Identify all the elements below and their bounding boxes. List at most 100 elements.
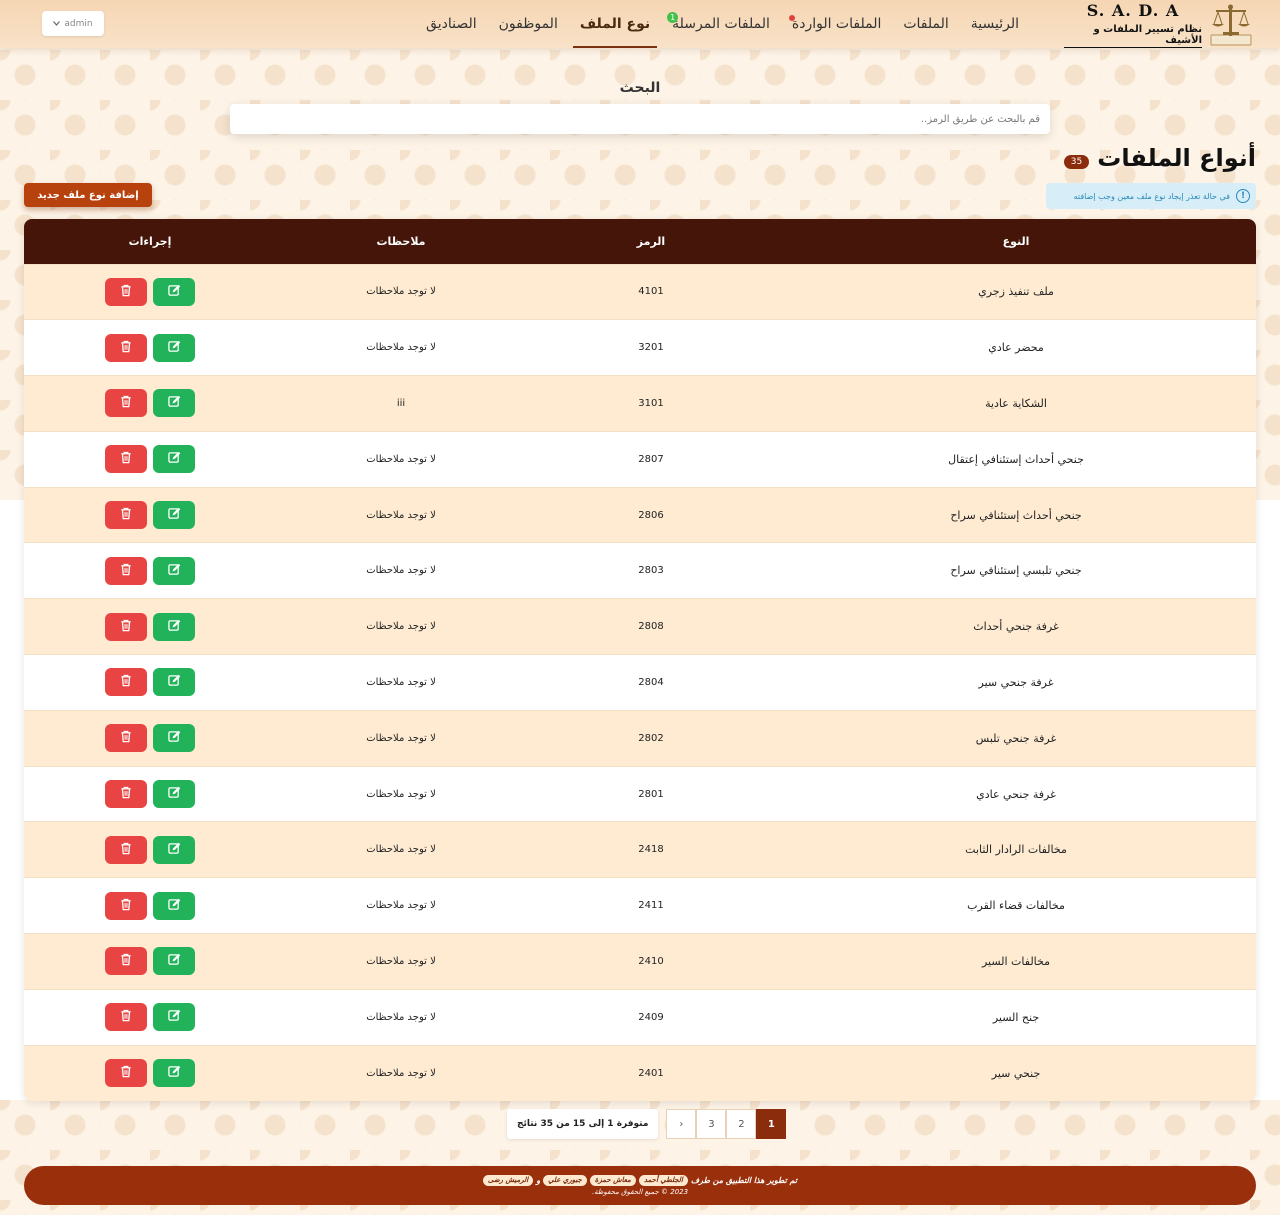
nav-employees[interactable]: الموظفون: [488, 0, 569, 48]
cell-notes: لا توجد ملاحظات: [276, 654, 526, 711]
cell-type: جنحي أحداث إستئنافي إعتقال: [776, 430, 1256, 488]
cell-type: مخالفات قضاء القرب: [776, 877, 1256, 934]
edit-button[interactable]: [153, 724, 195, 753]
cell-actions: [24, 375, 276, 432]
delete-button[interactable]: [105, 612, 147, 641]
cell-type: غرفة جنحي أحداث: [776, 598, 1256, 655]
pagination-page-2[interactable]: 2: [726, 1109, 757, 1139]
edit-button[interactable]: [153, 501, 195, 530]
top-navbar: S. A. D. A نظام تسيير الملفات و الأشيف ا…: [0, 0, 1280, 48]
delete-button[interactable]: [105, 501, 147, 530]
edit-icon: [167, 1009, 181, 1025]
cell-type: محضر عادي: [776, 319, 1256, 376]
cell-code: 2801: [526, 765, 776, 822]
delete-button[interactable]: [105, 947, 147, 976]
delete-button[interactable]: [105, 277, 147, 306]
edit-icon: [167, 953, 181, 969]
cell-actions: [24, 654, 276, 711]
cell-actions: [24, 933, 276, 990]
brand-text: S. A. D. A نظام تسيير الملفات و الأشيف: [1064, 1, 1202, 48]
delete-button[interactable]: [105, 780, 147, 809]
edit-button[interactable]: [153, 445, 195, 474]
delete-button[interactable]: [105, 835, 147, 864]
edit-button[interactable]: [153, 780, 195, 809]
cell-actions: [24, 1044, 276, 1101]
cell-code: 2808: [526, 598, 776, 655]
row-actions: [24, 1059, 276, 1088]
edit-button[interactable]: [153, 1003, 195, 1032]
delete-button[interactable]: [105, 333, 147, 362]
column-header-actions: إجراءات: [128, 234, 172, 248]
cell-code: 2418: [526, 821, 776, 878]
nav-file-type[interactable]: نوع الملف: [569, 0, 661, 48]
info-alert: ! في حالة تعذر إيجاد نوع ملف معين وجب إض…: [1046, 183, 1256, 209]
edit-button[interactable]: [153, 891, 195, 920]
chevron-down-icon: [53, 19, 61, 29]
cell-code: 2802: [526, 709, 776, 767]
delete-button[interactable]: [105, 556, 147, 585]
delete-button[interactable]: [105, 1059, 147, 1088]
admin-user-menu[interactable]: admin: [42, 11, 104, 36]
cell-type: جنح السير: [776, 988, 1256, 1046]
delete-button[interactable]: [105, 389, 147, 418]
trash-icon: [120, 284, 132, 300]
row-actions: [24, 780, 276, 809]
pagination-page-1[interactable]: 1: [756, 1109, 787, 1139]
cell-type: جنحي أحداث إستئنافي سراح: [776, 486, 1256, 543]
cell-notes: لا توجد ملاحظات: [276, 598, 526, 655]
edit-button[interactable]: [153, 835, 195, 864]
table-row: جنح السير 2409 لا توجد ملاحظات: [24, 988, 1256, 1046]
edit-button[interactable]: [153, 668, 195, 697]
pagination-page-3[interactable]: 3: [696, 1109, 727, 1139]
delete-button[interactable]: [105, 724, 147, 753]
nav-files[interactable]: الملفات: [892, 0, 959, 48]
cell-notes: لا توجد ملاحظات: [276, 1044, 526, 1101]
delete-button[interactable]: [105, 668, 147, 697]
edit-button[interactable]: [153, 389, 195, 418]
trash-icon: [120, 842, 132, 858]
row-actions: [24, 1003, 276, 1032]
pagination-next-button[interactable]: ›: [666, 1109, 697, 1139]
cell-notes: لا توجد ملاحظات: [276, 430, 526, 488]
add-file-type-button[interactable]: إضافة نوع ملف جديد: [24, 183, 152, 207]
scales-of-justice-logo-icon: [1208, 2, 1254, 46]
developer-name: الرميش رضى: [482, 1175, 534, 1186]
row-actions: [24, 389, 276, 418]
delete-button[interactable]: [105, 1003, 147, 1032]
row-actions: [24, 947, 276, 976]
edit-icon: [167, 619, 181, 635]
row-actions: [24, 724, 276, 753]
cell-type: الشكاية عادية: [776, 375, 1256, 432]
edit-button[interactable]: [153, 1059, 195, 1088]
edit-button[interactable]: [153, 277, 195, 306]
cell-code: 3101: [526, 375, 776, 432]
edit-button[interactable]: [153, 556, 195, 585]
nav-sent[interactable]: الملفات المرسلة 1: [661, 0, 781, 48]
nav-boxes[interactable]: الصناديق: [415, 0, 488, 48]
trash-icon: [120, 730, 132, 746]
cell-notes: لا توجد ملاحظات: [276, 877, 526, 934]
edit-button[interactable]: [153, 612, 195, 641]
edit-button[interactable]: [153, 947, 195, 976]
delete-button[interactable]: [105, 891, 147, 920]
cell-actions: [24, 821, 276, 878]
edit-icon: [167, 786, 181, 802]
brand[interactable]: S. A. D. A نظام تسيير الملفات و الأشيف: [1064, 1, 1254, 48]
table-row: محضر عادي 3201 لا توجد ملاحظات: [24, 319, 1256, 376]
search-input[interactable]: [230, 104, 1050, 134]
nav-sent-label: الملفات المرسلة: [672, 16, 770, 32]
delete-button[interactable]: [105, 445, 147, 474]
cell-type: غرفة جنحي سير: [776, 654, 1256, 711]
table-header-row: النوع الرمز ملاحظات إجراءات: [24, 219, 1256, 264]
trash-icon: [120, 1065, 132, 1081]
nav-home[interactable]: الرئيسية: [960, 0, 1030, 48]
edit-button[interactable]: [153, 333, 195, 362]
footer-credits: تم تطوير هذا التطبيق من طرف الجلطي أحمد …: [482, 1175, 797, 1186]
brand-name: S. A. D. A: [1086, 0, 1180, 20]
nav-incoming[interactable]: الملفات الواردة: [781, 0, 892, 48]
cell-actions: [24, 319, 276, 376]
trash-icon: [120, 395, 132, 411]
edit-icon: [167, 1065, 181, 1081]
cell-type: غرفة جنحي عادي: [776, 765, 1256, 822]
cell-notes: لا توجد ملاحظات: [276, 319, 526, 376]
